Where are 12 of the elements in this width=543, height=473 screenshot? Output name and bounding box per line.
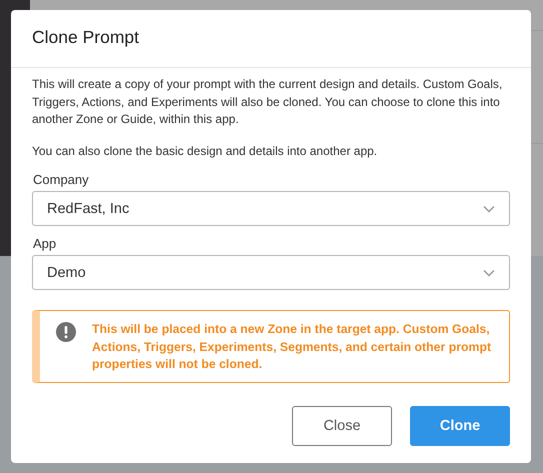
close-button[interactable]: Close <box>292 406 392 446</box>
chevron-down-icon <box>483 268 495 276</box>
dialog-title: Clone Prompt <box>11 10 531 68</box>
select-field[interactable]: Demo <box>32 255 510 290</box>
description-text: You can also clone the basic design and details into another app. <box>32 142 378 160</box>
field-label: Company <box>33 172 90 187</box>
select-field[interactable]: RedFast, Inc <box>32 191 510 226</box>
exclamation-icon <box>56 322 76 342</box>
chevron-down-icon <box>483 204 495 212</box>
warning-text: This will be placed into a new Zone in the target app. Custom Goals, Actions, Triggers, Experiments, Segments, and certain other prompt properties will not be cloned. <box>92 321 492 373</box>
field-label: App <box>33 236 58 251</box>
description-text: This will create a copy of your prompt with the current design and details. Custom Goals, Triggers, Actions, and Experiments will also be cloned. You can choose to clone this into another Zone or Guide, within this app. <box>32 76 504 128</box>
